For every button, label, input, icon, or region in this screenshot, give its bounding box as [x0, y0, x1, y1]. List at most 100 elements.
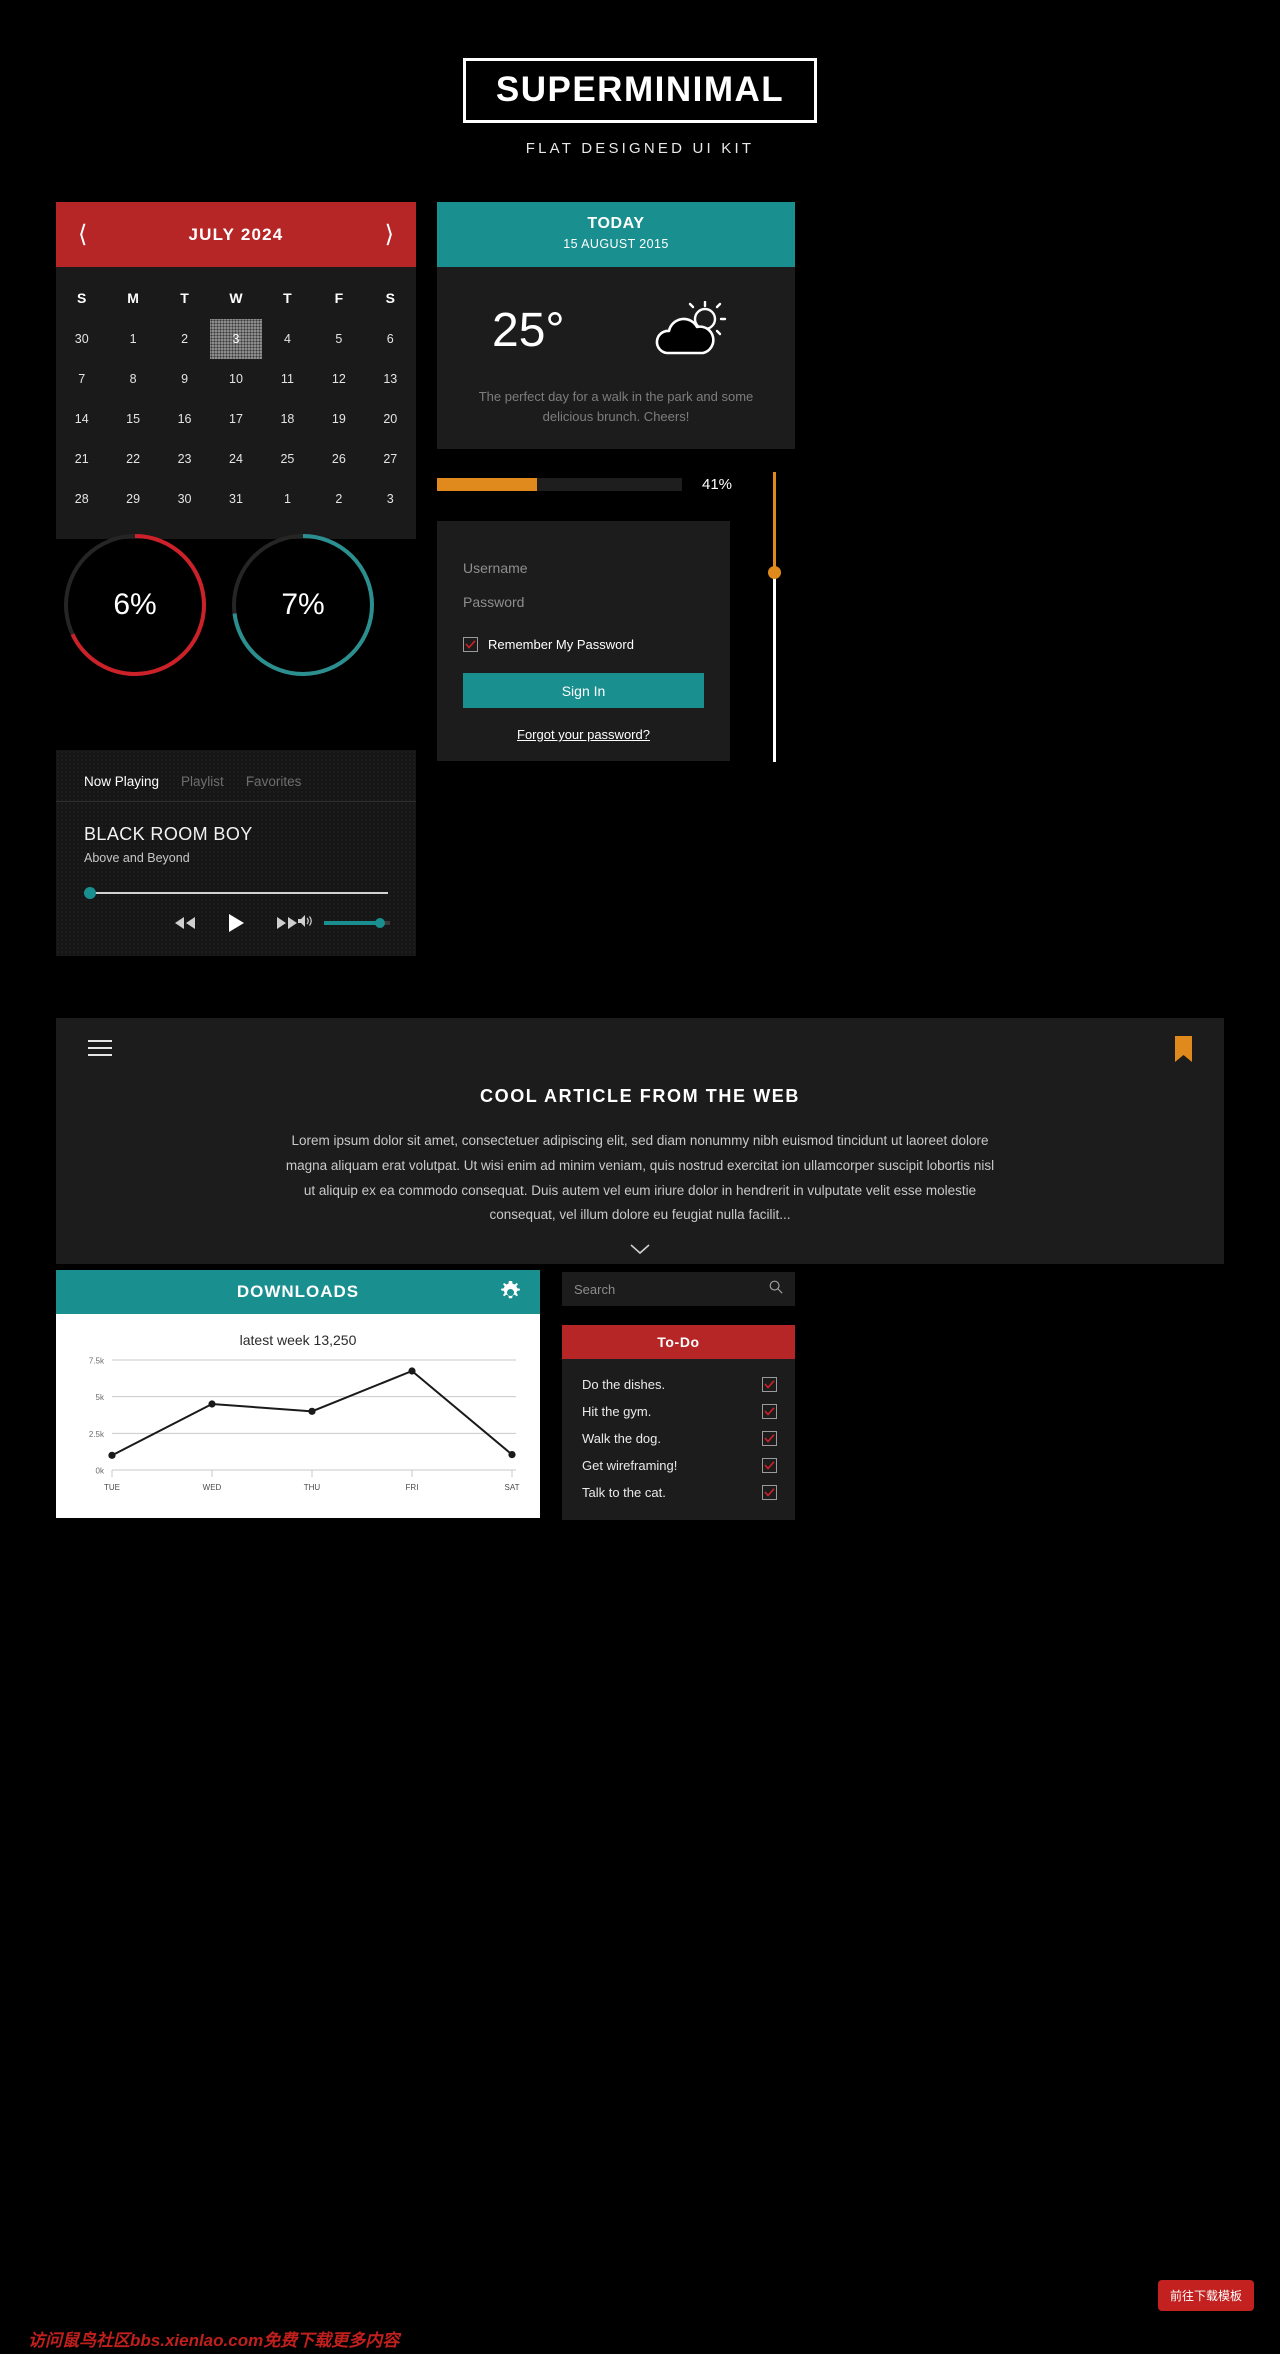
calendar-day-cell[interactable]: 10: [210, 359, 261, 399]
progress-ring-red: 6%: [60, 530, 210, 680]
calendar-day-cell[interactable]: 27: [365, 439, 416, 479]
chevron-right-icon[interactable]: ⟩: [385, 222, 394, 247]
calendar-day-cell[interactable]: 1: [107, 319, 158, 359]
calendar-day-cell[interactable]: 4: [262, 319, 313, 359]
calendar-day-cell[interactable]: 23: [159, 439, 210, 479]
downloads-header: DOWNLOADS: [56, 1270, 540, 1314]
weather-body: 25° The perfect day for a walk in the pa…: [437, 267, 795, 449]
play-icon[interactable]: [228, 914, 244, 932]
calendar-day-cell[interactable]: 30: [56, 319, 107, 359]
calendar-day-cell[interactable]: 12: [313, 359, 364, 399]
calendar-date-grid[interactable]: 30 1 2 3 4 5 6 7 8 9 10 11 12 13 14 15 16 17 18 19 20 21 22 23 2…: [56, 319, 416, 519]
fast-forward-icon[interactable]: [276, 917, 298, 929]
todo-item-label: Get wireframing!: [582, 1458, 678, 1473]
sign-in-button[interactable]: Sign In: [463, 673, 704, 708]
todo-item-checkbox[interactable]: [762, 1431, 777, 1446]
todo-item-checkbox[interactable]: [762, 1458, 777, 1473]
player-tab-favorites[interactable]: Favorites: [246, 774, 302, 789]
downloads-card: DOWNLOADS latest week 13,250 0k 2.5k 5k 7.5…: [56, 1270, 540, 1518]
bookmark-icon[interactable]: [1175, 1036, 1192, 1067]
chevron-down-icon[interactable]: [56, 1242, 1224, 1260]
player-tabs: Now Playing Playlist Favorites: [56, 750, 416, 802]
player-tab-playlist[interactable]: Playlist: [181, 774, 224, 789]
remember-checkbox[interactable]: [463, 637, 478, 652]
todo-item[interactable]: Talk to the cat.: [562, 1479, 795, 1506]
playback-scrubber[interactable]: [84, 887, 388, 899]
calendar-day-cell[interactable]: 19: [313, 399, 364, 439]
download-template-button[interactable]: 前往下载模板: [1157, 2280, 1254, 2311]
svg-text:7.5k: 7.5k: [89, 1357, 105, 1366]
calendar-dow-0: S: [77, 290, 87, 306]
progress-ring-teal: 7%: [228, 530, 378, 680]
progress-bar-fill: [437, 477, 538, 491]
calendar-day-cell[interactable]: 11: [262, 359, 313, 399]
calendar-day-cell[interactable]: 26: [313, 439, 364, 479]
calendar-day-cell[interactable]: 24: [210, 439, 261, 479]
sun-behind-cloud-icon: [653, 300, 733, 368]
calendar-dow-3: W: [229, 290, 243, 306]
calendar-dow-row: SMTWTFS: [56, 279, 416, 319]
weather-description: The perfect day for a walk in the park a…: [478, 389, 754, 425]
rewind-icon[interactable]: [174, 917, 196, 929]
calendar-day-cell[interactable]: 16: [159, 399, 210, 439]
calendar-day-cell[interactable]: 14: [56, 399, 107, 439]
calendar-day-cell[interactable]: 9: [159, 359, 210, 399]
calendar-day-cell[interactable]: 22: [107, 439, 158, 479]
hamburger-menu-icon[interactable]: [88, 1040, 112, 1061]
watermark-text: 访问鼠鸟社区bbs.xienlao.com免费下载更多内容: [28, 2331, 400, 2350]
gear-icon[interactable]: [499, 1281, 522, 1309]
article-toolbar: [56, 1018, 1224, 1080]
remember-password-row[interactable]: Remember My Password: [463, 637, 704, 652]
todo-item-label: Do the dishes.: [582, 1377, 666, 1392]
calendar-day-cell[interactable]: 2: [159, 319, 210, 359]
calendar-header: ⟨ JULY 2024 ⟩: [56, 202, 416, 267]
todo-item-checkbox[interactable]: [762, 1404, 777, 1419]
calendar-day-cell[interactable]: 3: [210, 319, 262, 359]
calendar-dow-2: T: [180, 290, 189, 306]
speaker-icon[interactable]: [297, 914, 315, 933]
calendar-day-cell[interactable]: 15: [107, 399, 158, 439]
todo-item-checkbox[interactable]: [762, 1485, 777, 1500]
vertical-slider-handle[interactable]: [768, 566, 781, 579]
calendar-day-cell[interactable]: 18: [262, 399, 313, 439]
calendar-day-cell[interactable]: 5: [313, 319, 364, 359]
search-icon[interactable]: [769, 1280, 783, 1299]
volume-fill: [324, 921, 379, 925]
search-input[interactable]: [574, 1281, 769, 1297]
svg-text:FRI: FRI: [406, 1483, 419, 1492]
calendar-day-cell[interactable]: 13: [365, 359, 416, 399]
forgot-password-link[interactable]: Forgot your password?: [463, 727, 704, 742]
calendar-day-cell[interactable]: 21: [56, 439, 107, 479]
player-tab-now-playing[interactable]: Now Playing: [84, 774, 159, 789]
vertical-slider[interactable]: [768, 472, 782, 762]
todo-item[interactable]: Hit the gym.: [562, 1398, 795, 1425]
calendar-month-label: JULY 2024: [188, 224, 284, 244]
volume-handle[interactable]: [375, 918, 386, 928]
chevron-left-icon[interactable]: ⟨: [78, 222, 87, 247]
scrubber-handle[interactable]: [84, 887, 96, 899]
volume-slider[interactable]: [324, 918, 390, 928]
scrubber-rail: [84, 892, 388, 894]
todo-item[interactable]: Walk the dog.: [562, 1425, 795, 1452]
weather-header: TODAY 15 AUGUST 2015: [437, 202, 795, 267]
calendar-dow-5: F: [334, 290, 344, 306]
svg-text:THU: THU: [304, 1483, 321, 1492]
calendar-day-cell[interactable]: 6: [365, 319, 416, 359]
progress-bar-track[interactable]: [437, 477, 682, 491]
password-input[interactable]: [463, 585, 704, 619]
todo-item[interactable]: Do the dishes.: [562, 1371, 795, 1398]
downloads-chart-area: latest week 13,250 0k 2.5k 5k 7.5k TUE WED THU…: [56, 1314, 540, 1518]
calendar-widget: ⟨ JULY 2024 ⟩ SMTWTFS 30 1 2 3 4 5 6 7 8 9 10 11 12 1…: [56, 202, 416, 539]
todo-item-label: Hit the gym.: [582, 1404, 652, 1419]
calendar-day-cell[interactable]: 17: [210, 399, 261, 439]
progress-ring-red-label: 6%: [113, 588, 157, 621]
calendar-day-cell[interactable]: 7: [56, 359, 107, 399]
calendar-day-cell[interactable]: 25: [262, 439, 313, 479]
todo-item-checkbox[interactable]: [762, 1377, 777, 1392]
calendar-day-cell[interactable]: 20: [365, 399, 416, 439]
search-box[interactable]: [562, 1272, 795, 1306]
username-input[interactable]: [463, 551, 704, 585]
todo-item[interactable]: Get wireframing!: [562, 1452, 795, 1479]
progress-bar-widget: 41%: [437, 476, 737, 493]
calendar-day-cell[interactable]: 8: [107, 359, 158, 399]
